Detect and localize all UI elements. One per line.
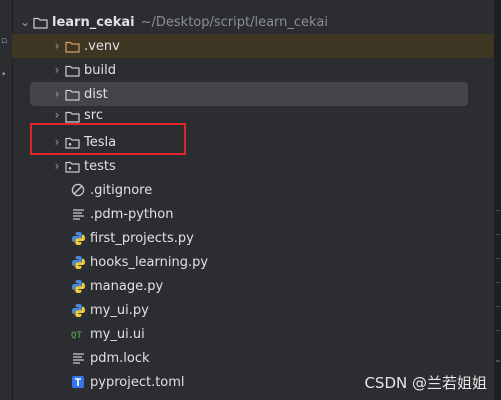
tree-item-dist[interactable]: › dist bbox=[30, 82, 468, 106]
tree-item-label: pdm.lock bbox=[90, 350, 150, 366]
tree-item-label: .gitignore bbox=[90, 182, 153, 198]
qt-ui-file-icon: QT bbox=[70, 326, 86, 342]
tree-item-my-ui-ui[interactable]: QT my_ui.ui bbox=[12, 322, 494, 346]
tree-item-label: hooks_learning.py bbox=[90, 254, 209, 270]
tree-item-manage[interactable]: manage.py bbox=[12, 274, 494, 298]
tree-item-first-projects[interactable]: first_projects.py bbox=[12, 226, 494, 250]
tree-item-label: my_ui.ui bbox=[90, 326, 145, 342]
tree-item-label: build bbox=[84, 62, 116, 78]
toml-file-icon bbox=[70, 374, 86, 390]
tree-item-label: tests bbox=[84, 158, 116, 174]
text-file-icon bbox=[70, 350, 86, 366]
folder-icon bbox=[64, 38, 80, 54]
chevron-right-icon[interactable]: › bbox=[50, 63, 64, 77]
right-gutter bbox=[494, 0, 501, 400]
tree-item-label: .pdm-python bbox=[90, 206, 174, 222]
tree-item-label: .venv bbox=[84, 38, 120, 54]
tree-item-hooks-learning[interactable]: hooks_learning.py bbox=[12, 250, 494, 274]
chevron-right-icon[interactable]: › bbox=[50, 39, 64, 53]
watermark: CSDN @兰若姐姐 bbox=[364, 374, 487, 392]
tree-item-label: pyproject.toml bbox=[90, 374, 185, 390]
python-file-icon bbox=[70, 278, 86, 294]
svg-text:QT: QT bbox=[71, 331, 82, 340]
folder-icon bbox=[64, 108, 80, 124]
folder-icon bbox=[64, 86, 80, 102]
text-file-icon bbox=[70, 206, 86, 222]
tree-item-pdm-lock[interactable]: pdm.lock bbox=[12, 346, 494, 370]
project-path: ~/Desktop/script/learn_cekai bbox=[140, 14, 328, 30]
tree-item-gitignore[interactable]: .gitignore bbox=[12, 178, 494, 202]
ignore-file-icon bbox=[70, 182, 86, 198]
package-folder-icon bbox=[64, 158, 80, 174]
tree-item-label: first_projects.py bbox=[90, 230, 194, 246]
python-file-icon bbox=[70, 230, 86, 246]
tree-item-tests[interactable]: › tests bbox=[12, 154, 494, 178]
tree-item-pdm-python[interactable]: .pdm-python bbox=[12, 202, 494, 226]
folder-icon bbox=[32, 14, 48, 30]
tree-item-label: src bbox=[84, 108, 103, 123]
chevron-right-icon[interactable]: › bbox=[50, 159, 64, 173]
tree-item-venv[interactable]: › .venv bbox=[12, 34, 494, 58]
chevron-right-icon[interactable]: › bbox=[50, 87, 64, 101]
project-tool-icon[interactable]: ▫ bbox=[1, 36, 7, 46]
project-root-row[interactable]: ⌄ learn_cekai ~/Desktop/script/learn_cek… bbox=[12, 10, 494, 34]
tree-item-build[interactable]: › build bbox=[12, 58, 494, 82]
python-file-icon bbox=[70, 302, 86, 318]
dot-icon: • bbox=[1, 70, 7, 80]
tree-item-my-ui-py[interactable]: my_ui.py bbox=[12, 298, 494, 322]
tree-item-label: dist bbox=[84, 86, 108, 102]
chevron-down-icon[interactable]: ⌄ bbox=[18, 15, 32, 29]
annotation-highlight-box bbox=[30, 123, 186, 155]
tree-item-label: my_ui.py bbox=[90, 302, 149, 318]
project-name: learn_cekai bbox=[52, 14, 135, 30]
folder-icon bbox=[64, 62, 80, 78]
python-file-icon bbox=[70, 254, 86, 270]
chevron-right-icon[interactable]: › bbox=[50, 108, 64, 122]
tree-item-src[interactable]: › src bbox=[12, 106, 494, 124]
tree-item-label: manage.py bbox=[90, 278, 164, 294]
